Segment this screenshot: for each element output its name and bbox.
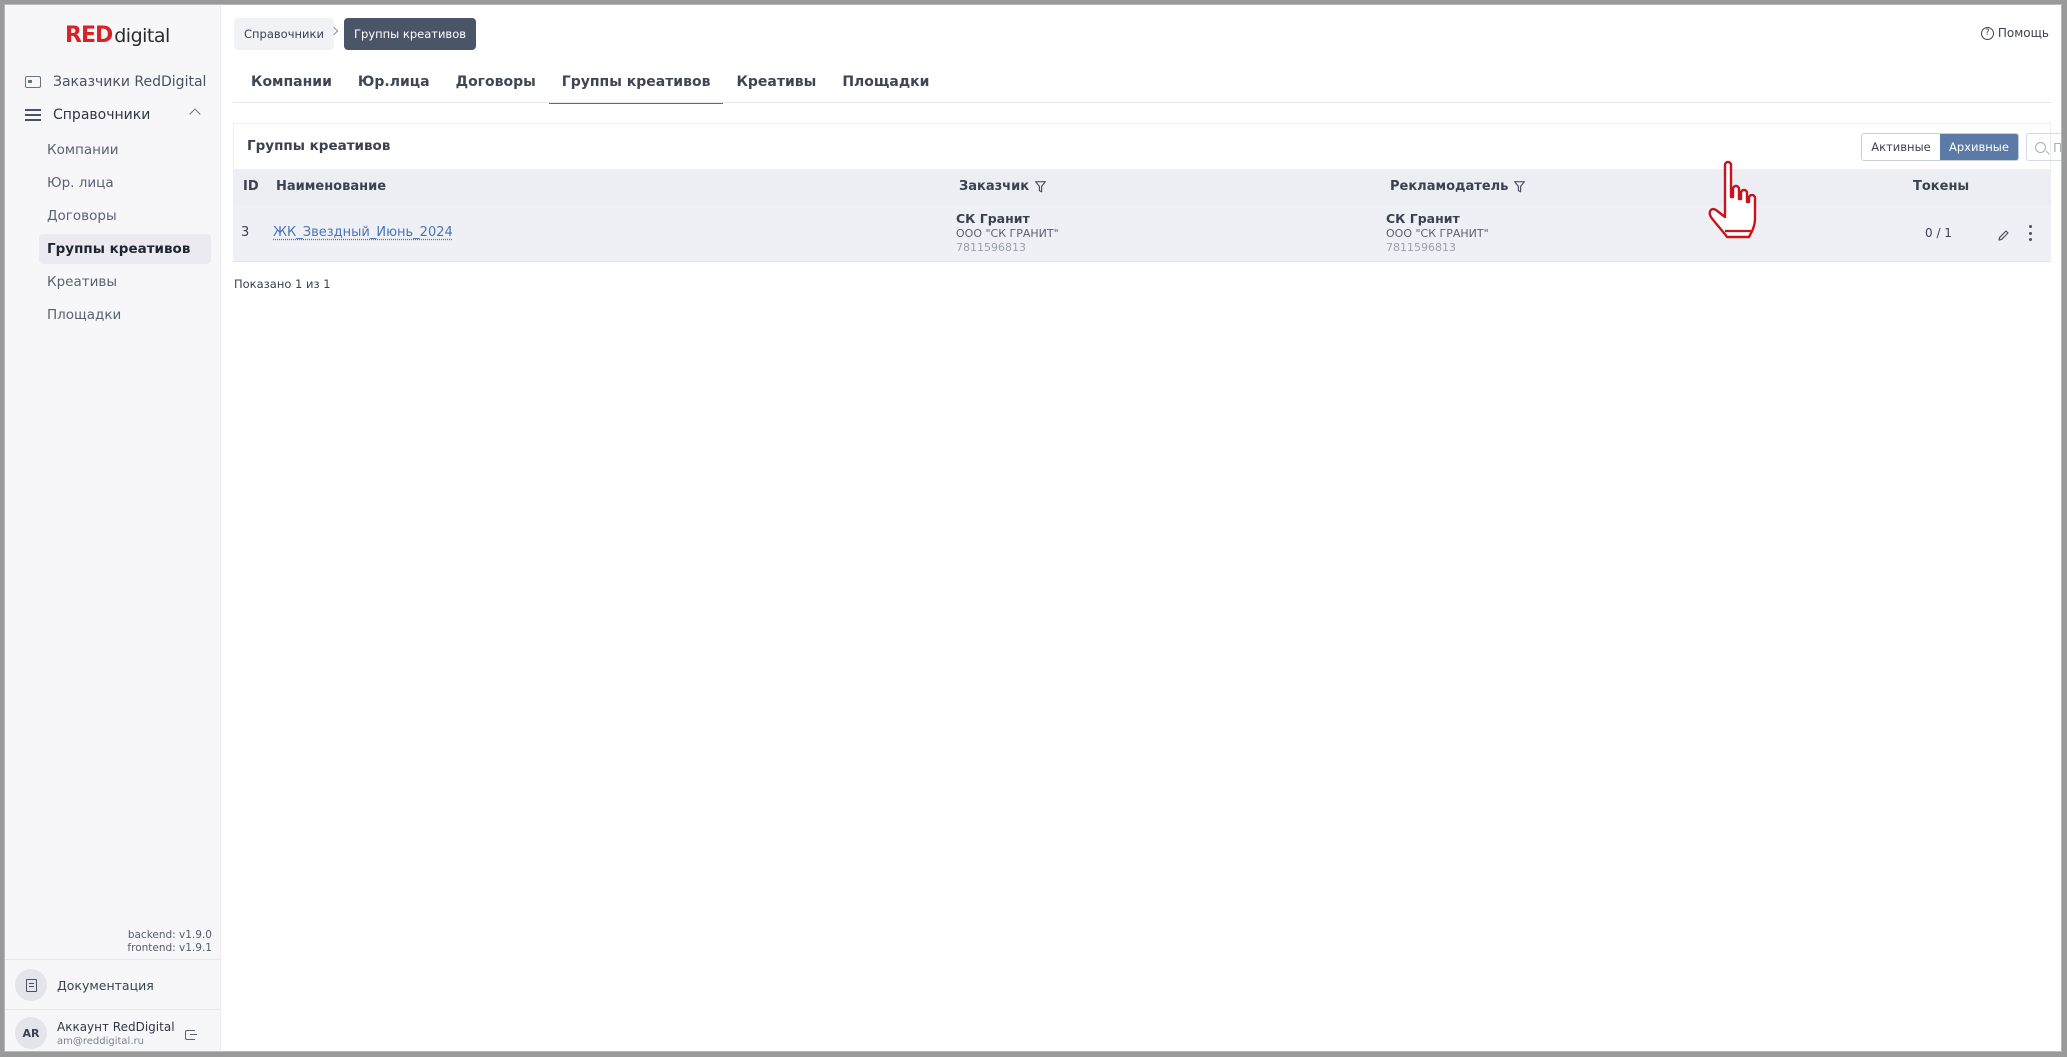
sidebar-group-directories[interactable]: Справочники	[15, 100, 211, 130]
tab-bar: Компании Юр.лица Договоры Группы креатив…	[238, 61, 942, 104]
column-header-name: Наименование	[276, 179, 387, 194]
cell-customer: СК Гранит ООО "СК ГРАНИТ" 7811596813	[956, 211, 1059, 254]
sidebar-item-legal-entities[interactable]: Юр. лица	[39, 168, 211, 198]
pagination-summary: Показано 1 из 1	[234, 277, 331, 291]
archived-filter-button[interactable]: Архивные	[1940, 134, 2018, 160]
document-icon	[25, 978, 37, 992]
app-logo[interactable]: RED digital	[65, 23, 170, 53]
doc-icon-circle	[15, 969, 47, 1001]
tab-contracts[interactable]: Договоры	[443, 61, 549, 103]
frontend-version: frontend: v1.9.1	[127, 942, 212, 954]
account-email: am@reddigital.ru	[57, 1035, 144, 1047]
account-block[interactable]: AR Аккаунт RedDigital am@reddigital.ru	[15, 1015, 175, 1051]
sidebar-item-label: Площадки	[47, 307, 122, 323]
cell-advertiser: СК Гранит ООО "СК ГРАНИТ" 7811596813	[1386, 211, 1489, 254]
advertiser-inn: 7811596813	[1386, 241, 1456, 254]
sidebar-group-label: Справочники	[53, 107, 151, 123]
advertiser-name: СК Гранит	[1386, 211, 1460, 226]
breadcrumb-parent[interactable]: Справочники	[234, 18, 334, 50]
search-input[interactable]	[2053, 139, 2061, 155]
documentation-label: Документация	[57, 977, 154, 993]
column-header-label: Рекламодатель	[1390, 179, 1509, 194]
sidebar-item-label: Юр. лица	[47, 175, 114, 191]
active-filter-button[interactable]: Активные	[1862, 134, 1940, 160]
column-header-advertiser: Рекламодатель	[1390, 179, 1526, 194]
sidebar-item-label: Договоры	[47, 208, 117, 224]
advertiser-legal-name: ООО "СК ГРАНИТ"	[1386, 227, 1489, 240]
tabs-divider	[233, 102, 2051, 103]
sidebar-divider	[5, 959, 221, 960]
account-name: Аккаунт RedDigital	[57, 1019, 175, 1034]
sidebar-item-label: Креативы	[47, 274, 117, 290]
customer-name: СК Гранит	[956, 211, 1030, 226]
sidebar-item-companies[interactable]: Компании	[39, 135, 211, 165]
help-link[interactable]: ? Помощь	[1980, 26, 2049, 40]
breadcrumb-current[interactable]: Группы креативов	[344, 18, 477, 50]
list-icon	[25, 109, 41, 121]
column-header-id: ID	[243, 179, 259, 194]
edit-pencil-icon[interactable]	[1997, 227, 2010, 246]
avatar: AR	[15, 1017, 47, 1049]
search-icon	[2035, 141, 2046, 153]
column-header-tokens: Токены	[1913, 179, 1970, 194]
cell-id: 3	[241, 225, 250, 240]
tab-creative-groups[interactable]: Группы креативов	[548, 61, 724, 104]
table-card-header: Группы креативов Активные Архивные	[233, 123, 2061, 169]
version-info: backend: v1.9.0 frontend: v1.9.1	[127, 929, 212, 955]
logo-red: RED	[65, 23, 113, 48]
customer-inn: 7811596813	[956, 241, 1026, 254]
filter-icon[interactable]	[1035, 180, 1046, 193]
tab-creatives[interactable]: Креативы	[723, 61, 829, 103]
logo-digital: digital	[114, 25, 170, 47]
sidebar-divider	[5, 1009, 221, 1010]
chevron-up-icon[interactable]	[189, 108, 201, 120]
sidebar: RED digital Заказчики RedDigital Справоч…	[5, 5, 221, 1051]
sidebar-item-label: Заказчики RedDigital	[53, 74, 207, 90]
column-header-label: Заказчик	[959, 179, 1030, 194]
sidebar-item-creatives[interactable]: Креативы	[39, 267, 211, 297]
card-title: Группы креативов	[247, 138, 391, 154]
sidebar-subitems: Компании Юр. лица Договоры Группы креати…	[39, 135, 211, 333]
documentation-link[interactable]: Документация	[15, 967, 154, 1003]
table-header: ID Наименование Заказчик Рекламодатель Т…	[233, 169, 2051, 205]
help-label: Помощь	[1997, 26, 2049, 40]
status-toggle: Активные Архивные	[1861, 133, 2019, 161]
tab-platforms[interactable]: Площадки	[829, 61, 942, 103]
more-vertical-icon[interactable]	[2028, 225, 2032, 241]
app-window: RED digital Заказчики RedDigital Справоч…	[4, 4, 2062, 1052]
creative-group-link[interactable]: ЖК_Звездный_Июнь_2024	[273, 225, 453, 240]
filter-icon[interactable]	[1514, 180, 1526, 193]
sidebar-item-contracts[interactable]: Договоры	[39, 201, 211, 231]
sidebar-item-label: Компании	[47, 142, 119, 158]
id-card-icon	[25, 76, 41, 88]
backend-version: backend: v1.9.0	[127, 929, 212, 941]
column-header-customer: Заказчик	[959, 179, 1046, 194]
sidebar-item-creative-groups[interactable]: Группы креативов	[39, 234, 211, 264]
tab-companies[interactable]: Компании	[238, 61, 345, 103]
sidebar-item-label: Группы креативов	[47, 241, 191, 257]
sidebar-item-platforms[interactable]: Площадки	[39, 300, 211, 330]
logout-icon[interactable]	[185, 1030, 197, 1040]
sidebar-item-customers[interactable]: Заказчики RedDigital	[15, 67, 211, 97]
cell-tokens: 0 / 1	[1925, 226, 1952, 240]
search-box	[2026, 133, 2061, 161]
customer-legal-name: ООО "СК ГРАНИТ"	[956, 227, 1059, 240]
question-icon: ?	[1980, 26, 1994, 40]
table-row[interactable]: 3 ЖК_Звездный_Июнь_2024 СК Гранит ООО "С…	[233, 205, 2051, 262]
tab-legal-entities[interactable]: Юр.лица	[345, 61, 443, 103]
